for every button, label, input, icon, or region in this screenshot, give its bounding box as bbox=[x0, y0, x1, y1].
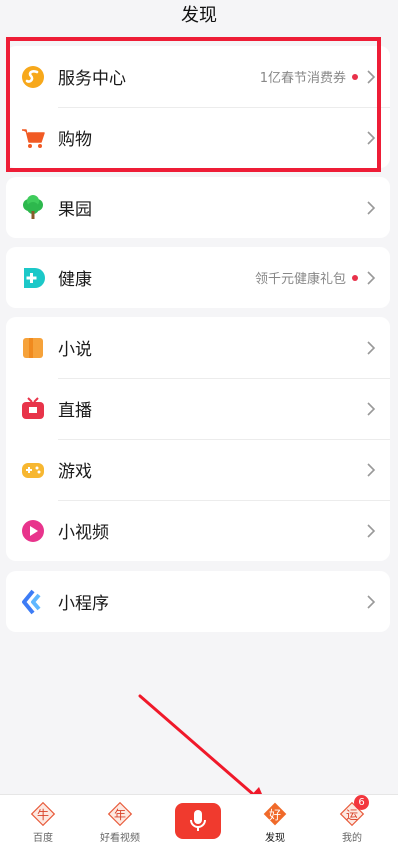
menu-item-service-center[interactable]: 服务中心 1亿春节消费券 bbox=[6, 46, 390, 107]
red-dot-indicator bbox=[352, 73, 358, 80]
chevron-right-icon bbox=[367, 523, 376, 538]
discover-hao-icon: 好 bbox=[262, 801, 288, 827]
gamepad-icon bbox=[20, 457, 46, 483]
menu-item-orchard[interactable]: 果园 bbox=[6, 177, 390, 238]
menu-item-label: 小说 bbox=[58, 340, 92, 360]
menu-item-health[interactable]: 健康 领千元健康礼包 bbox=[6, 247, 390, 308]
chevron-right-icon bbox=[367, 69, 376, 84]
promo-hint: 领千元健康礼包 bbox=[254, 272, 346, 287]
tab-label: 好看视频 bbox=[100, 833, 140, 844]
baidu-ox-icon: 牛 bbox=[30, 801, 56, 827]
tab-label: 发现 bbox=[265, 833, 285, 844]
menu-item-short-video[interactable]: 小视频 bbox=[6, 500, 390, 561]
shopping-cart-icon bbox=[20, 125, 46, 151]
menu-item-shopping[interactable]: 购物 bbox=[6, 107, 390, 168]
mini-program-icon bbox=[20, 589, 46, 615]
tab-haokan-video[interactable]: 年 好看视频 bbox=[90, 799, 150, 844]
tab-mine[interactable]: 运 6 我的 bbox=[322, 795, 382, 844]
chevron-right-icon bbox=[367, 130, 376, 145]
svg-text:牛: 牛 bbox=[37, 807, 49, 822]
notification-badge: 6 bbox=[354, 795, 369, 810]
tab-baidu[interactable]: 牛 百度 bbox=[13, 799, 73, 844]
svg-text:运: 运 bbox=[346, 808, 358, 822]
book-icon bbox=[20, 335, 46, 361]
menu-item-novel[interactable]: 小说 bbox=[6, 317, 390, 378]
group-mini-program: 小程序 bbox=[6, 571, 390, 632]
service-center-icon bbox=[20, 64, 46, 90]
menu-item-label: 健康 bbox=[58, 270, 92, 290]
tab-label: 百度 bbox=[33, 833, 53, 844]
video-nian-icon: 年 bbox=[107, 801, 133, 827]
menu-item-label: 服务中心 bbox=[58, 69, 126, 89]
tv-live-icon bbox=[20, 396, 46, 422]
group-entertainment: 小说 直播 游戏 小视频 bbox=[6, 317, 390, 561]
red-dot-indicator bbox=[352, 274, 358, 281]
chevron-right-icon bbox=[367, 401, 376, 416]
menu-item-live[interactable]: 直播 bbox=[6, 378, 390, 439]
promo-hint: 1亿春节消费券 bbox=[259, 71, 346, 86]
menu-item-label: 小程序 bbox=[58, 594, 109, 614]
menu-item-label: 果园 bbox=[58, 200, 92, 220]
page-title: 发现 bbox=[181, 5, 217, 26]
play-video-icon bbox=[20, 518, 46, 544]
chevron-right-icon bbox=[367, 594, 376, 609]
chevron-right-icon bbox=[367, 462, 376, 477]
microphone-icon bbox=[190, 810, 206, 831]
bottom-tab-bar: 牛 百度 年 好看视频 好 发现 运 6 我的 bbox=[0, 794, 398, 844]
mine-yun-icon: 运 6 bbox=[339, 795, 369, 827]
tab-label: 我的 bbox=[342, 833, 362, 844]
menu-item-label: 直播 bbox=[58, 401, 92, 421]
tree-icon bbox=[20, 194, 46, 221]
svg-text:好: 好 bbox=[269, 808, 281, 822]
menu-item-games[interactable]: 游戏 bbox=[6, 439, 390, 500]
chevron-right-icon bbox=[367, 340, 376, 355]
chevron-right-icon bbox=[367, 200, 376, 215]
group-health: 健康 领千元健康礼包 bbox=[6, 247, 390, 308]
menu-item-label: 游戏 bbox=[58, 462, 92, 482]
menu-item-label: 购物 bbox=[58, 130, 92, 150]
group-services: 服务中心 1亿春节消费券 购物 bbox=[6, 46, 390, 168]
menu-item-label: 小视频 bbox=[58, 523, 109, 543]
voice-search-button[interactable] bbox=[175, 803, 221, 839]
group-orchard: 果园 bbox=[6, 177, 390, 238]
tab-discover[interactable]: 好 发现 bbox=[245, 799, 305, 844]
menu-item-mini-program[interactable]: 小程序 bbox=[6, 571, 390, 632]
svg-text:年: 年 bbox=[114, 808, 126, 822]
health-plus-icon bbox=[20, 265, 46, 291]
chevron-right-icon bbox=[367, 270, 376, 285]
